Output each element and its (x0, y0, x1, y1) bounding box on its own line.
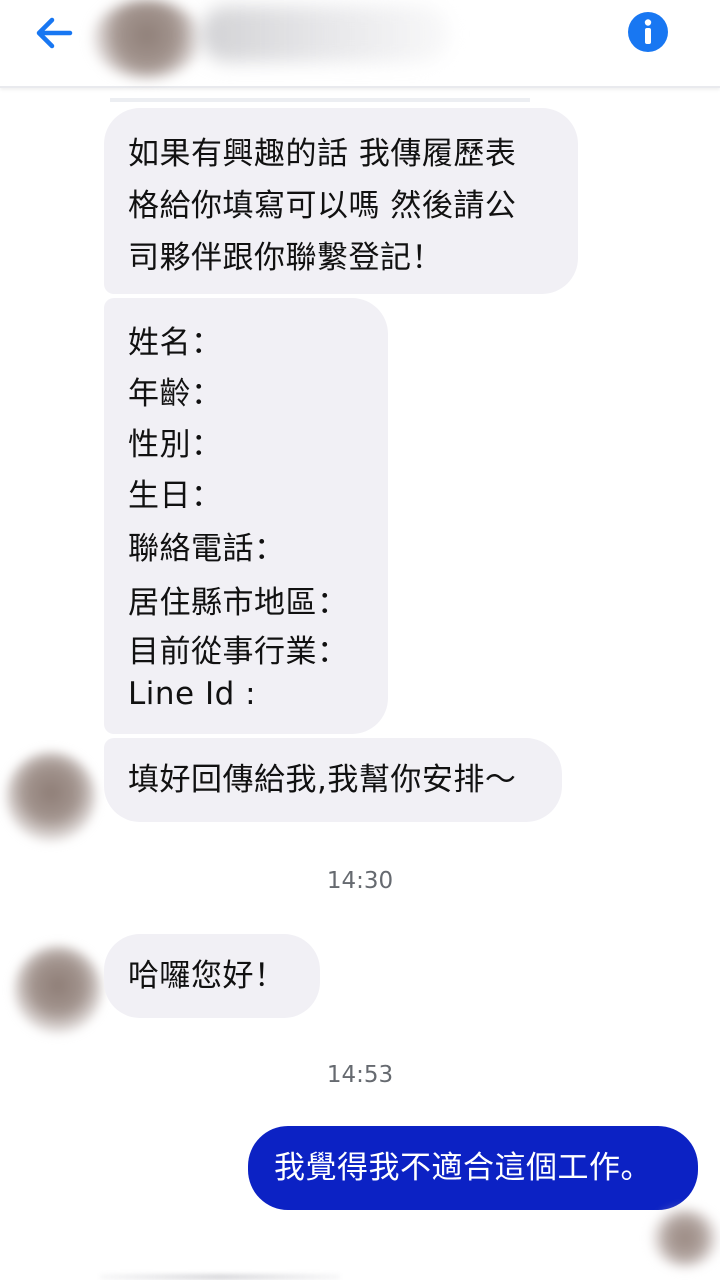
form-field-age: 年齡： (128, 376, 223, 412)
seen-receipt-avatar (650, 1208, 720, 1268)
form-field-industry: 目前從事行業： (128, 634, 349, 670)
form-field-gender: 性別： (128, 427, 223, 463)
form-field-name: 姓名： (128, 325, 223, 361)
next-message-edge (100, 1274, 340, 1280)
contact-name-redacted[interactable] (200, 6, 450, 62)
contact-avatar[interactable] (92, 0, 202, 78)
messenger-conversation: 如果有興趣的話 我傳履歷表 格給你填寫可以嗎 然後請公 司夥伴跟你聯繫登記！ 姓… (0, 0, 720, 1280)
incoming-message[interactable]: 如果有興趣的話 我傳履歷表 格給你填寫可以嗎 然後請公 司夥伴跟你聯繫登記！ (104, 108, 578, 294)
info-button[interactable] (627, 11, 669, 53)
form-field-phone: 聯絡電話： (128, 531, 286, 567)
sender-avatar[interactable] (6, 752, 96, 842)
form-field-region: 居住縣市地區： (128, 585, 349, 621)
incoming-message-form[interactable]: 姓名： 年齡： 性別： 生日： 聯絡電話： 居住縣市地區： 目前從事行業： Li… (104, 298, 388, 734)
form-field-line-id: Line Id : (128, 676, 257, 712)
incoming-message[interactable]: 哈囉您好！ (104, 934, 320, 1018)
conversation-header (0, 0, 720, 88)
outgoing-message[interactable]: 我覺得我不適合這個工作。 (248, 1126, 698, 1210)
previous-message-edge (110, 98, 530, 102)
incoming-message[interactable]: 填好回傳給我,我幫你安排～ (104, 738, 562, 822)
sender-avatar[interactable] (14, 946, 102, 1034)
arrow-left-icon (36, 17, 73, 49)
message-timestamp: 14:30 (326, 868, 394, 894)
form-field-birthday: 生日： (128, 478, 223, 514)
message-list[interactable]: 如果有興趣的話 我傳履歷表 格給你填寫可以嗎 然後請公 司夥伴跟你聯繫登記！ 姓… (0, 88, 720, 1280)
back-button[interactable] (26, 10, 82, 56)
message-timestamp: 14:53 (326, 1062, 394, 1088)
info-icon (628, 12, 668, 52)
